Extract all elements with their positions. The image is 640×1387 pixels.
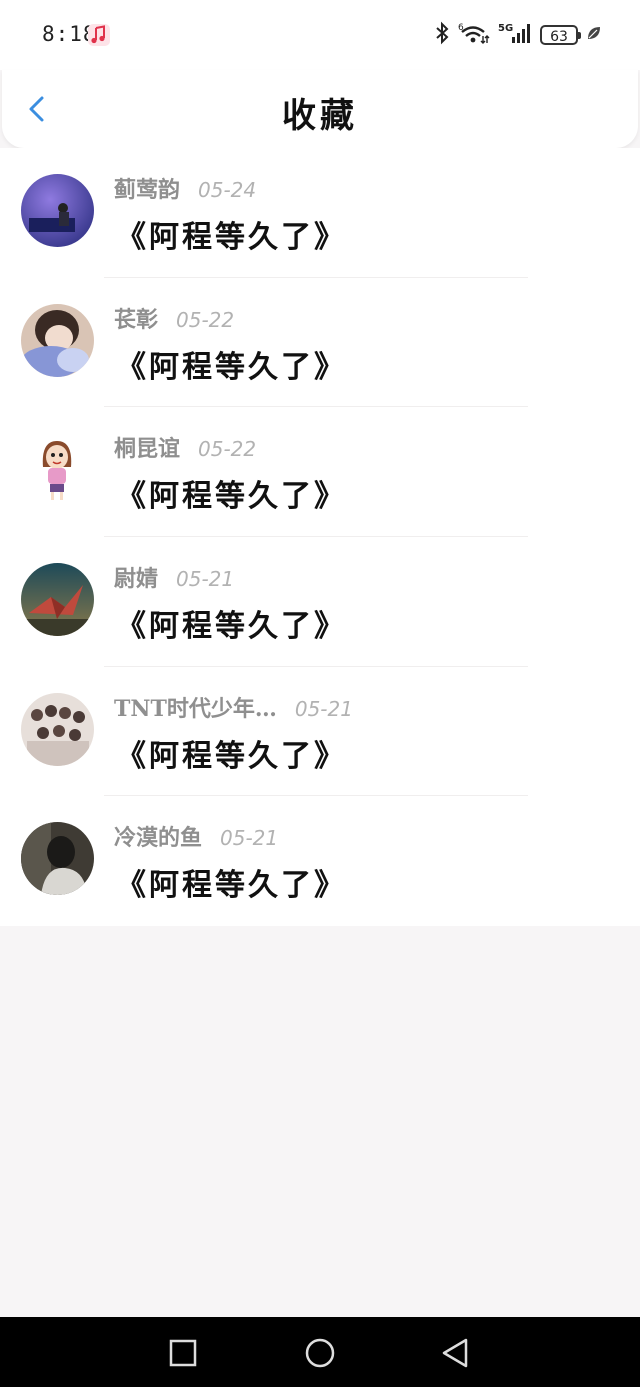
recent-apps-icon bbox=[169, 1339, 197, 1367]
username: 冷漠的鱼 bbox=[114, 825, 203, 852]
item-title: 《阿程等久了》 bbox=[116, 868, 347, 904]
wifi-icon: 6 bbox=[458, 21, 490, 49]
item-title: 《阿程等久了》 bbox=[116, 609, 347, 645]
list-item[interactable]: 蓟莺韵 05-24 《阿程等久了》 bbox=[0, 148, 640, 278]
avatar[interactable] bbox=[21, 174, 94, 247]
status-bar: 8:18 6 5G 63 bbox=[0, 0, 640, 70]
date: 05-21 bbox=[220, 826, 279, 851]
date: 05-22 bbox=[176, 307, 235, 332]
recent-apps-button[interactable] bbox=[165, 1335, 201, 1371]
status-icons: 6 5G 63 bbox=[434, 20, 602, 50]
page-title: 收藏 bbox=[282, 96, 358, 136]
username: 苌彰 bbox=[114, 306, 159, 333]
svg-text:5G: 5G bbox=[498, 23, 513, 34]
avatar[interactable] bbox=[21, 433, 94, 507]
leaf-icon bbox=[586, 25, 602, 45]
username: 尉婧 bbox=[114, 566, 159, 593]
5g-signal-icon: 5G bbox=[498, 21, 532, 49]
back-icon bbox=[442, 1338, 468, 1368]
date: 05-22 bbox=[198, 437, 257, 462]
favorites-list: 蓟莺韵 05-24 《阿程等久了》 苌彰 05-22 《阿程等久了》 桐昆谊 0… bbox=[0, 148, 640, 926]
list-item[interactable]: 冷漠的鱼 05-21 《阿程等久了》 bbox=[0, 796, 640, 926]
avatar[interactable] bbox=[21, 822, 94, 896]
username: 蓟莺韵 bbox=[114, 177, 181, 203]
list-item[interactable]: 尉婧 05-21 《阿程等久了》 bbox=[0, 537, 640, 667]
home-icon bbox=[305, 1338, 335, 1368]
username: 桐昆谊 bbox=[114, 436, 181, 463]
system-nav-bar bbox=[0, 1317, 640, 1387]
list-item[interactable]: 桐昆谊 05-22 《阿程等久了》 bbox=[0, 407, 640, 538]
avatar[interactable] bbox=[21, 563, 94, 637]
avatar[interactable] bbox=[21, 692, 94, 766]
item-title: 《阿程等久了》 bbox=[116, 220, 347, 255]
bluetooth-icon bbox=[434, 21, 450, 49]
app-header: 收藏 bbox=[2, 70, 638, 148]
item-title: 《阿程等久了》 bbox=[116, 479, 347, 515]
date: 05-21 bbox=[176, 567, 235, 592]
list-item[interactable]: TNT时代少年… 05-21 《阿程等久了》 bbox=[0, 667, 640, 797]
item-title: 《阿程等久了》 bbox=[116, 738, 347, 774]
battery-icon: 63 bbox=[540, 25, 581, 45]
date: 05-21 bbox=[294, 696, 353, 721]
username: TNT时代少年… bbox=[114, 695, 277, 722]
item-title: 《阿程等久了》 bbox=[116, 349, 347, 385]
list-item[interactable]: 苌彰 05-22 《阿程等久了》 bbox=[0, 278, 640, 408]
avatar[interactable] bbox=[21, 303, 94, 377]
music-app-icon bbox=[88, 24, 110, 46]
date: 05-24 bbox=[198, 178, 257, 202]
nav-back-button[interactable] bbox=[438, 1335, 474, 1371]
home-button[interactable] bbox=[302, 1335, 338, 1371]
